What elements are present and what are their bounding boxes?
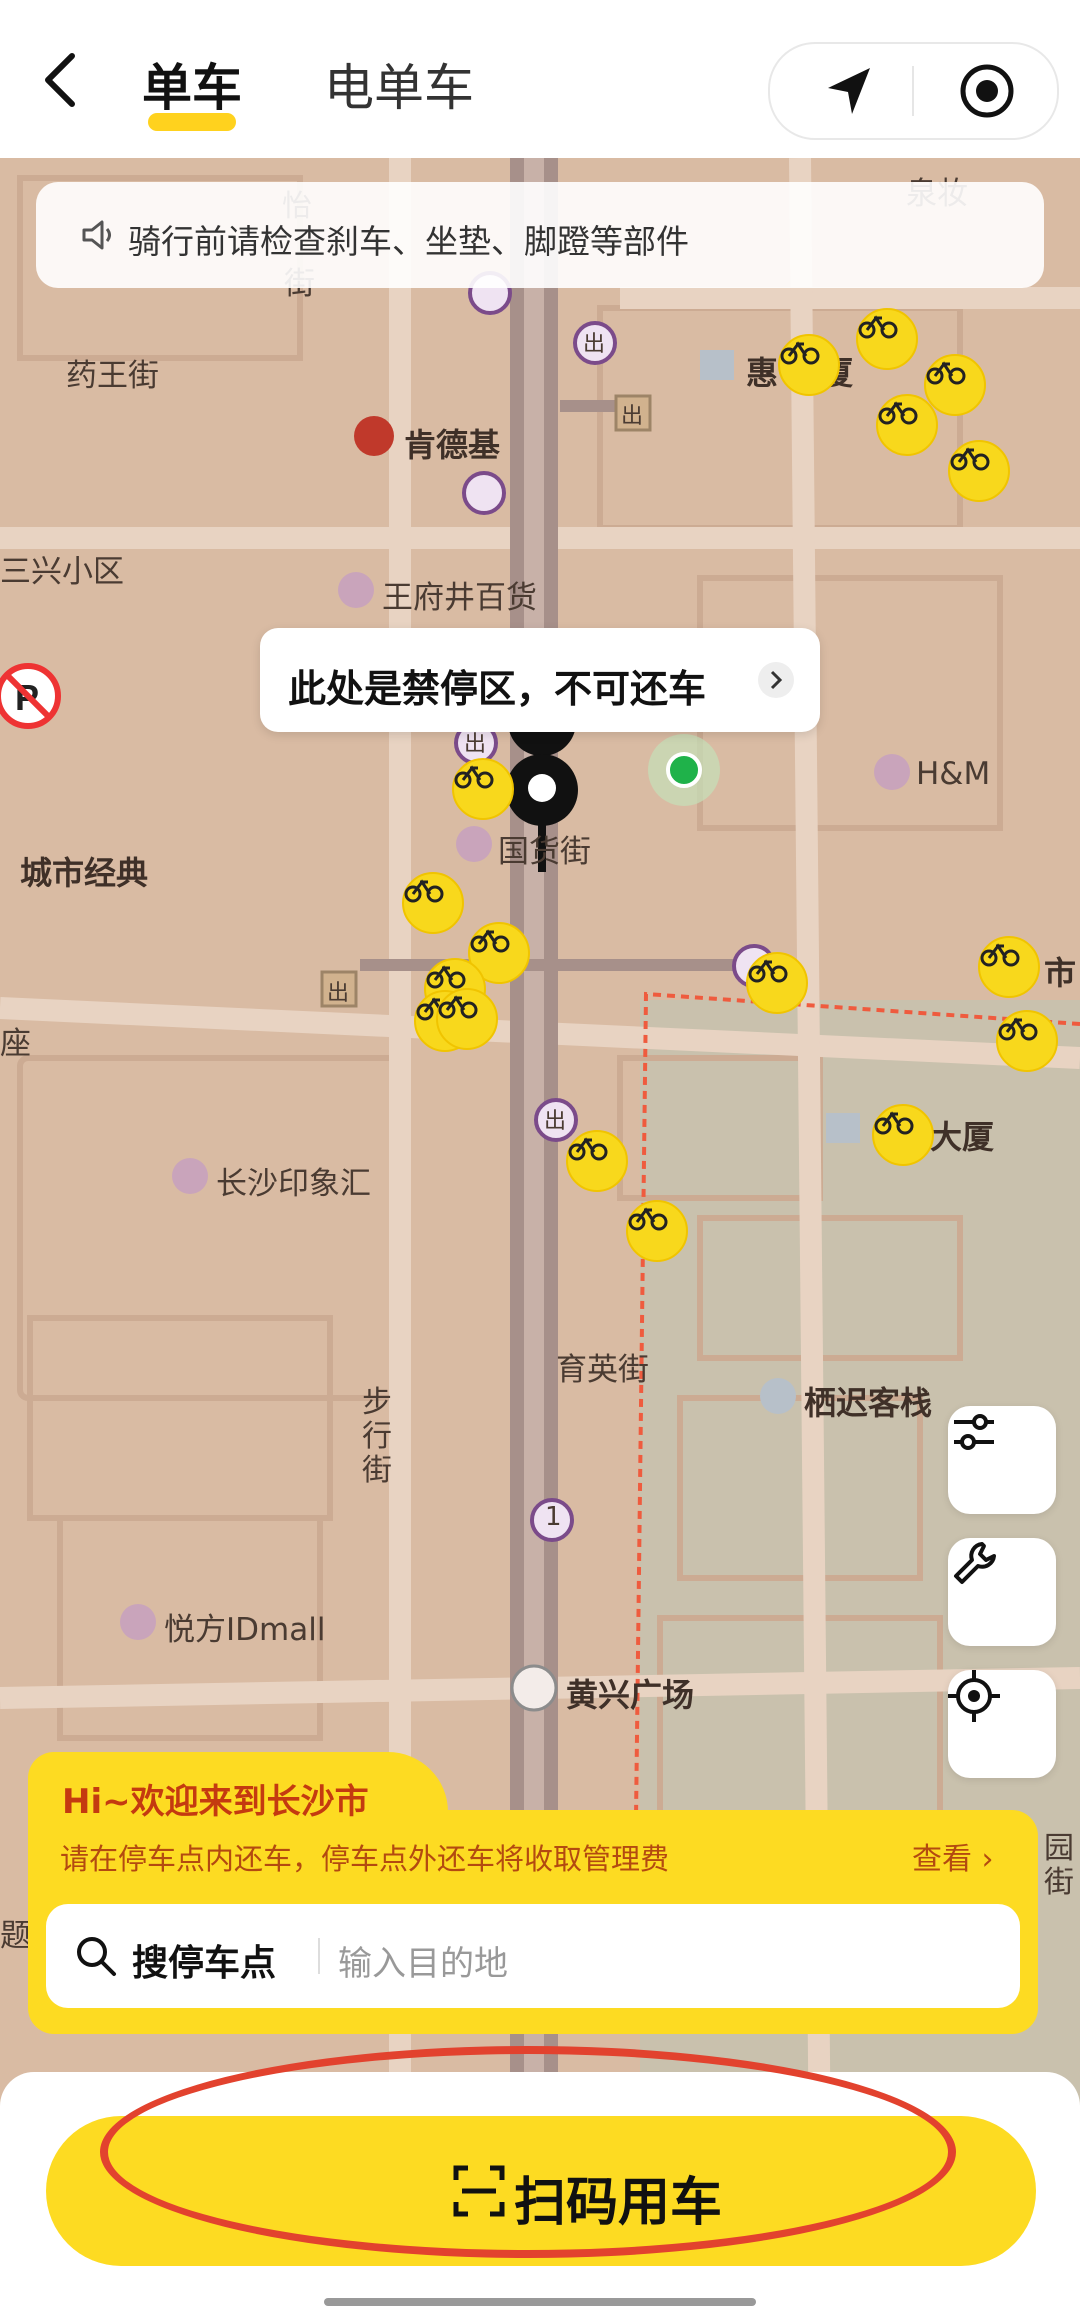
- metro-exit-badge: 出: [583, 332, 606, 357]
- map-label: 育英街: [556, 1352, 649, 1388]
- bike-marker[interactable]: [746, 952, 808, 1014]
- view-link[interactable]: 查看 ›: [912, 1834, 994, 1878]
- map-label: 园街: [1044, 1831, 1074, 1900]
- bike-marker[interactable]: [978, 936, 1040, 998]
- destination-input[interactable]: 输入目的地: [338, 1936, 508, 1985]
- active-tab-indicator: [148, 113, 236, 131]
- search-parking-label: 搜停车点: [132, 1943, 277, 1984]
- map-controls-pill: [768, 42, 1059, 140]
- bike-marker[interactable]: [872, 1104, 934, 1166]
- notice-text: 骑行前请检查刹车、坐垫、脚蹬等部件: [128, 222, 689, 261]
- home-indicator: [324, 2298, 756, 2306]
- map-label: 大厦: [930, 1118, 995, 1156]
- repair-button[interactable]: [948, 1538, 1056, 1646]
- map-label: 黄兴广场: [566, 1676, 695, 1714]
- card-body: Hi~欢迎来到长沙市 请在停车点内还车，停车点外还车将收取管理费 查看 › 搜停…: [28, 1782, 1038, 2034]
- pill-divider: [912, 66, 914, 116]
- bike-marker[interactable]: [778, 334, 840, 396]
- map-label: H&M: [916, 756, 991, 792]
- map-label: 长沙印象汇: [216, 1166, 371, 1202]
- map-label: 市: [1044, 954, 1077, 992]
- map-label: 悦方IDmall: [164, 1612, 326, 1648]
- map-label: 药王街: [66, 358, 159, 394]
- wrench-icon: [954, 1542, 996, 1584]
- bike-marker[interactable]: [876, 394, 938, 456]
- map-label: 城市经典: [20, 854, 149, 892]
- view-link-label: 查看: [912, 1842, 972, 1877]
- bike-marker[interactable]: [924, 354, 986, 416]
- bike-marker[interactable]: [402, 872, 464, 934]
- bike-marker[interactable]: [452, 758, 514, 820]
- top-bar: 单车 电单车: [0, 0, 1080, 158]
- tab-ebike[interactable]: 电单车: [324, 48, 474, 120]
- welcome-card: Hi~欢迎来到长沙市 请在停车点内还车，停车点外还车将收取管理费 查看 › 搜停…: [28, 1752, 1038, 2034]
- welcome-title: Hi~欢迎来到长沙市: [62, 1782, 369, 1822]
- map-label: 肯德基: [404, 426, 501, 464]
- chevron-right-icon: [758, 662, 794, 698]
- bike-marker[interactable]: [996, 1010, 1058, 1072]
- map-label: 栖迟客栈: [804, 1384, 933, 1422]
- bike-marker[interactable]: [856, 308, 918, 370]
- no-parking-tooltip[interactable]: 此处是禁停区，不可还车: [260, 628, 820, 732]
- parking-search-bar[interactable]: 搜停车点 输入目的地: [46, 1904, 1020, 2008]
- map-label: 步行街: [362, 1385, 392, 1488]
- map-label: 座: [0, 1026, 31, 1062]
- filter-icon: [954, 1414, 994, 1450]
- tab-bike[interactable]: 单车: [142, 48, 242, 120]
- navigation-arrow-icon[interactable]: [820, 62, 878, 120]
- search-icon: [77, 1937, 116, 1976]
- map-label: 国货街: [498, 834, 591, 870]
- map-label: 题: [0, 1918, 31, 1954]
- metro-exit-badge: 出: [327, 981, 350, 1006]
- target-icon[interactable]: [958, 62, 1016, 120]
- metro-exit-badge: 出: [544, 1109, 567, 1134]
- safety-notice-bar: 骑行前请检查刹车、坐垫、脚蹬等部件: [36, 182, 1044, 288]
- speaker-icon: [76, 215, 116, 255]
- locate-icon: [948, 1670, 1000, 1722]
- metro-exit-badge: 出: [621, 404, 644, 429]
- back-arrow-icon[interactable]: [40, 50, 100, 130]
- map-label: 王府井百货: [382, 580, 537, 616]
- filter-button[interactable]: [948, 1406, 1056, 1514]
- parking-rule-text: 请在停车点内还车，停车点外还车将收取管理费: [60, 1842, 670, 1876]
- search-separator: [318, 1938, 320, 1974]
- bike-marker[interactable]: [436, 988, 498, 1050]
- bike-marker[interactable]: [948, 440, 1010, 502]
- map-label: 三兴小区: [0, 554, 124, 590]
- annotation-circle: [100, 2046, 956, 2258]
- metro-line-badge: 1: [545, 1502, 562, 1532]
- bike-marker[interactable]: [626, 1200, 688, 1262]
- no-parking-text: 此处是禁停区，不可还车: [288, 667, 707, 711]
- bike-marker[interactable]: [566, 1130, 628, 1192]
